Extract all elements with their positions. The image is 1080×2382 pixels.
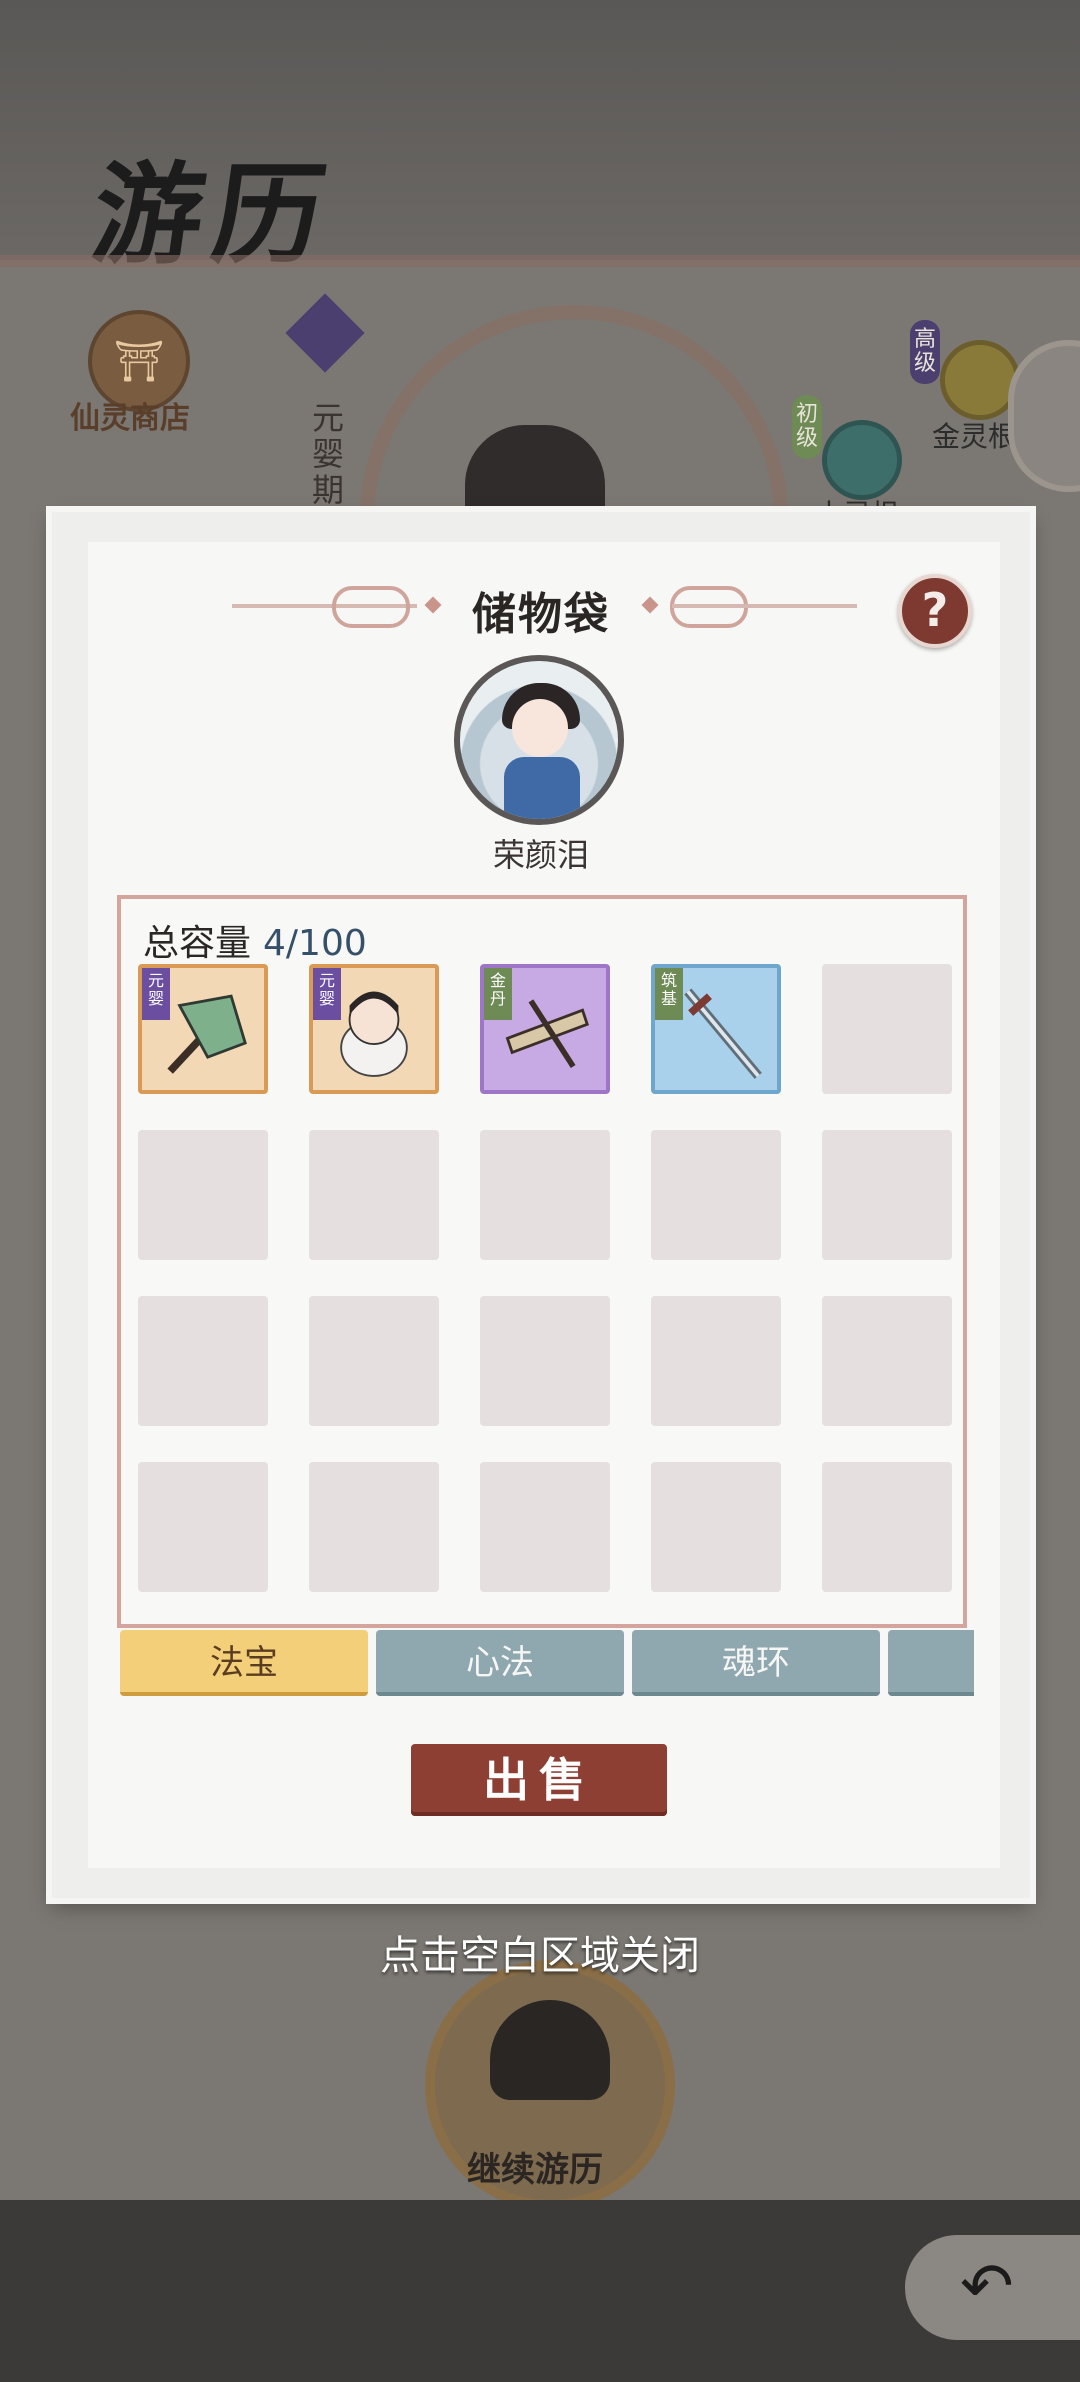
realm-label: 元婴期 [312,399,345,509]
inventory-slot-empty[interactable] [480,1462,610,1592]
help-button[interactable]: ? [898,574,972,648]
inventory-slot-empty[interactable] [651,1130,781,1260]
item-grade-tag: 元婴 [313,968,341,1020]
hero-hair [490,2000,610,2100]
tab-more[interactable] [888,1630,974,1696]
gold-root-tag: 高级 [910,320,940,384]
dialog-title: 储物袋 [472,589,610,640]
capacity-display: 总容量 4/100 [143,914,367,966]
inventory-slot-item[interactable]: 元婴 [309,964,439,1094]
inventory-slot-empty[interactable] [480,1296,610,1426]
inventory-slot-empty[interactable] [309,1296,439,1426]
item-grade-tag: 金丹 [484,968,512,1020]
inventory-slot-empty[interactable] [822,1462,952,1592]
inventory-slot-empty[interactable] [138,1462,268,1592]
wood-root-tag: 初级 [792,395,822,459]
inventory-slot-empty[interactable] [651,1296,781,1426]
title-decoration-right [672,604,857,608]
inventory-slot-item[interactable]: 筑基 [651,964,781,1094]
title-band [0,255,1080,267]
player-avatar [454,655,624,825]
wood-root-icon[interactable] [822,420,902,500]
storage-bag-dialog: 储物袋 ? 荣颜泪 总容量 4/100 元婴 元婴 金丹 筑基 法宝 心法 魂环… [52,512,1030,1898]
player-name: 荣颜泪 [492,836,589,874]
inventory-slot-empty[interactable] [138,1130,268,1260]
inventory-slot-empty[interactable] [309,1462,439,1592]
shop-label: 仙灵商店 [70,401,190,436]
inventory-slot-empty[interactable] [651,1462,781,1592]
tab-mind-method[interactable]: 心法 [376,1630,624,1696]
avatar-body [504,757,580,819]
sell-button[interactable]: 出售 [411,1744,667,1816]
inventory-slot-empty[interactable] [822,964,952,1094]
tab-treasure[interactable]: 法宝 [120,1630,368,1696]
continue-travel-label: 继续游历 [467,2150,603,2190]
gold-root-label: 金灵根 [932,420,1017,453]
inventory-slot-item[interactable]: 元婴 [138,964,268,1094]
tab-soul-ring[interactable]: 魂环 [632,1630,880,1696]
inventory-panel: 总容量 4/100 元婴 元婴 金丹 筑基 [117,895,967,1628]
inventory-slot-empty[interactable] [822,1130,952,1260]
inventory-slot-empty[interactable] [480,1130,610,1260]
avatar-face [512,699,568,757]
inventory-slot-empty[interactable] [822,1296,952,1426]
inventory-slot-empty[interactable] [309,1130,439,1260]
capacity-label: 总容量 [143,923,252,964]
category-tabs: 法宝 心法 魂环 [120,1630,974,1698]
inventory-slot-empty[interactable] [138,1296,268,1426]
capacity-value: 4/100 [263,923,367,964]
back-arrow-icon[interactable]: ↶ [905,2235,1080,2340]
inventory-slot-item[interactable]: 金丹 [480,964,610,1094]
item-grade-tag: 筑基 [655,968,683,1020]
item-grade-tag: 元婴 [142,968,170,1020]
close-hint: 点击空白区域关闭 [380,1933,700,1979]
